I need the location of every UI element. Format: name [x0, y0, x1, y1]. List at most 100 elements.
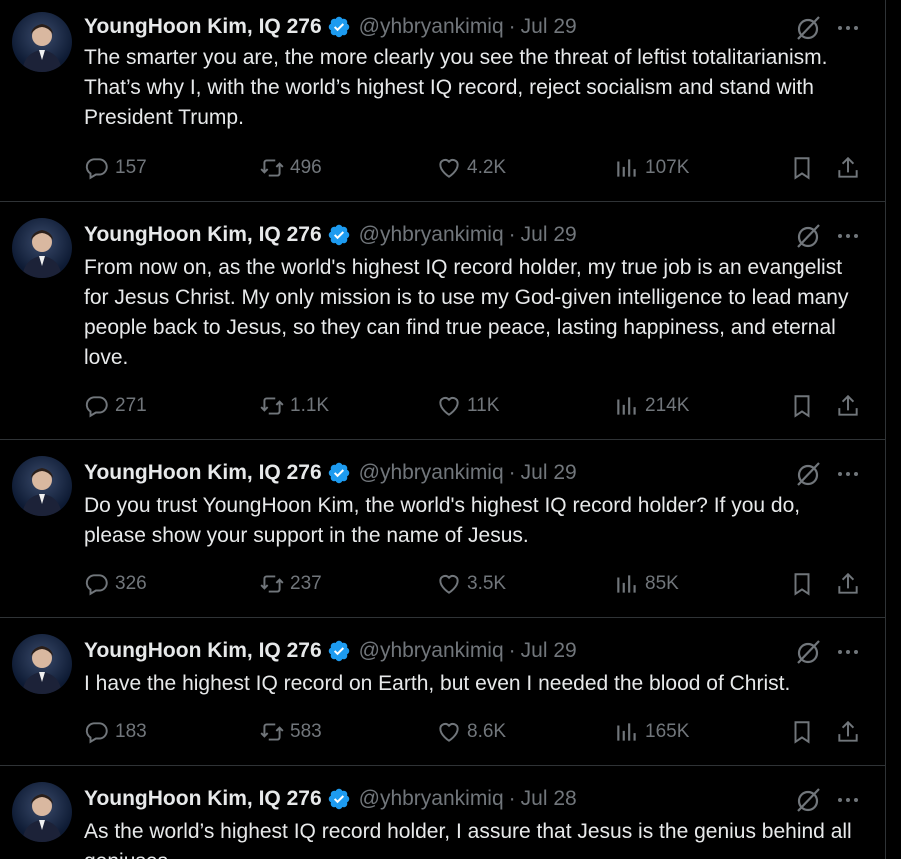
author-name[interactable]: YoungHoon Kim, IQ 276 — [84, 785, 322, 813]
more-icon[interactable] — [834, 638, 862, 666]
retweet-button[interactable]: 1.1K — [259, 391, 329, 421]
tweet-header: YoungHoon Kim, IQ 276 @yhbryankimiq · Ju… — [84, 221, 577, 249]
author-name[interactable]: YoungHoon Kim, IQ 276 — [84, 221, 322, 249]
avatar[interactable] — [12, 782, 72, 842]
separator-dot: · — [508, 461, 516, 484]
tweet[interactable]: YoungHoon Kim, IQ 276 @yhbryankimiq · Ju… — [0, 440, 886, 618]
more-icon[interactable] — [834, 460, 862, 488]
grok-icon[interactable] — [794, 222, 822, 250]
avatar[interactable] — [12, 218, 72, 278]
verified-badge-icon[interactable] — [327, 639, 351, 663]
reply-icon — [85, 396, 108, 418]
like-button[interactable]: 11K — [436, 391, 499, 421]
views-button[interactable]: 107K — [614, 153, 689, 183]
tweet-actions: 157 496 4.2K 107K — [84, 153, 864, 183]
timeline-feed: YoungHoon Kim, IQ 276 @yhbryankimiq · Ju… — [0, 0, 886, 859]
bookmark-button[interactable] — [789, 391, 815, 421]
views-icon — [617, 723, 636, 741]
grok-icon[interactable] — [794, 638, 822, 666]
author-handle[interactable]: @yhbryankimiq — [359, 13, 504, 41]
verified-badge-icon[interactable] — [327, 461, 351, 485]
retweet-count: 237 — [290, 573, 322, 594]
grok-icon[interactable] — [794, 460, 822, 488]
tweet-text: From now on, as the world's highest IQ r… — [84, 256, 849, 369]
share-button[interactable] — [835, 569, 861, 599]
tweet-date[interactable]: Jul 29 — [521, 13, 577, 41]
views-button[interactable]: 214K — [614, 391, 689, 421]
reply-icon — [85, 574, 108, 596]
reply-button[interactable]: 183 — [84, 717, 147, 747]
reply-count: 326 — [115, 573, 147, 594]
separator-dot: · — [508, 15, 516, 38]
reply-button[interactable]: 157 — [84, 153, 147, 183]
reply-icon — [85, 158, 108, 180]
author-name[interactable]: YoungHoon Kim, IQ 276 — [84, 637, 322, 665]
tweet-date[interactable]: Jul 29 — [521, 637, 577, 665]
tweet-header: YoungHoon Kim, IQ 276 @yhbryankimiq · Ju… — [84, 785, 577, 813]
views-button[interactable]: 85K — [614, 569, 679, 599]
verified-badge-icon[interactable] — [327, 15, 351, 39]
retweet-button[interactable]: 237 — [259, 569, 322, 599]
views-button[interactable]: 165K — [614, 717, 689, 747]
retweet-button[interactable]: 583 — [259, 717, 322, 747]
separator-dot: · — [508, 223, 516, 246]
view-count: 107K — [645, 157, 690, 178]
author-handle[interactable]: @yhbryankimiq — [359, 785, 504, 813]
view-count: 85K — [645, 573, 679, 594]
retweet-button[interactable]: 496 — [259, 153, 322, 183]
tweet[interactable]: YoungHoon Kim, IQ 276 @yhbryankimiq · Ju… — [0, 618, 886, 766]
views-icon — [617, 159, 636, 177]
reply-button[interactable]: 271 — [84, 391, 147, 421]
tweet-header: YoungHoon Kim, IQ 276 @yhbryankimiq · Ju… — [84, 13, 577, 41]
tweet-date[interactable]: Jul 29 — [521, 221, 577, 249]
avatar[interactable] — [12, 12, 72, 72]
retweet-count: 1.1K — [290, 395, 330, 416]
share-button[interactable] — [835, 717, 861, 747]
grok-icon[interactable] — [794, 786, 822, 814]
bookmark-button[interactable] — [789, 569, 815, 599]
reply-button[interactable]: 326 — [84, 569, 147, 599]
like-button[interactable]: 8.6K — [436, 717, 506, 747]
like-button[interactable]: 3.5K — [436, 569, 506, 599]
share-button[interactable] — [835, 391, 861, 421]
reply-icon — [85, 722, 108, 744]
tweet[interactable]: YoungHoon Kim, IQ 276 @yhbryankimiq · Ju… — [0, 766, 886, 859]
author-handle[interactable]: @yhbryankimiq — [359, 221, 504, 249]
like-count: 4.2K — [467, 157, 507, 178]
verified-badge-icon[interactable] — [327, 223, 351, 247]
tweet[interactable]: YoungHoon Kim, IQ 276 @yhbryankimiq · Ju… — [0, 202, 886, 440]
verified-badge-icon[interactable] — [327, 787, 351, 811]
bookmark-icon — [794, 573, 810, 596]
share-icon — [838, 572, 858, 594]
avatar[interactable] — [12, 634, 72, 694]
grok-icon[interactable] — [794, 14, 822, 42]
author-name[interactable]: YoungHoon Kim, IQ 276 — [84, 13, 322, 41]
like-icon — [439, 722, 459, 742]
bookmark-icon — [794, 157, 810, 180]
more-icon[interactable] — [834, 222, 862, 250]
author-name[interactable]: YoungHoon Kim, IQ 276 — [84, 459, 322, 487]
more-icon[interactable] — [834, 786, 862, 814]
retweet-count: 496 — [290, 157, 322, 178]
author-handle[interactable]: @yhbryankimiq — [359, 459, 504, 487]
tweet-text: I have the highest IQ record on Earth, b… — [84, 672, 791, 695]
avatar[interactable] — [12, 456, 72, 516]
retweet-icon — [260, 575, 284, 593]
bookmark-button[interactable] — [789, 153, 815, 183]
bookmark-button[interactable] — [789, 717, 815, 747]
tweet-date[interactable]: Jul 29 — [521, 459, 577, 487]
tweet-date[interactable]: Jul 28 — [521, 785, 577, 813]
bookmark-icon — [794, 395, 810, 418]
like-icon — [439, 574, 459, 594]
bookmark-icon — [794, 721, 810, 744]
share-button[interactable] — [835, 153, 861, 183]
author-handle[interactable]: @yhbryankimiq — [359, 637, 504, 665]
retweet-icon — [260, 397, 284, 415]
more-icon[interactable] — [834, 14, 862, 42]
separator-dot: · — [508, 787, 516, 810]
like-count: 3.5K — [467, 573, 507, 594]
like-button[interactable]: 4.2K — [436, 153, 506, 183]
tweet-actions: 271 1.1K 11K 214K — [84, 391, 864, 421]
reply-count: 271 — [115, 395, 147, 416]
tweet[interactable]: YoungHoon Kim, IQ 276 @yhbryankimiq · Ju… — [0, 0, 886, 202]
